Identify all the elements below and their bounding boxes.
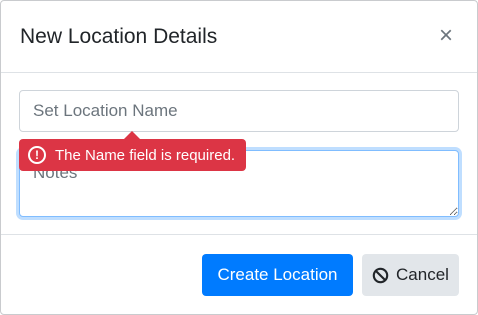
create-location-button[interactable]: Create Location <box>202 254 353 296</box>
close-icon[interactable]: × <box>435 24 457 49</box>
validation-tooltip-arrow <box>124 131 140 139</box>
location-name-input[interactable] <box>19 90 459 132</box>
validation-message: The Name field is required. <box>55 146 236 164</box>
exclamation-circle-icon: ! <box>28 146 46 164</box>
cancel-button[interactable]: Cancel <box>362 254 459 296</box>
modal-title: New Location Details <box>20 25 218 48</box>
cancel-label: Cancel <box>396 265 449 284</box>
new-location-dialog: New Location Details × ! The Name field … <box>0 0 478 315</box>
modal-header: New Location Details × <box>1 1 477 73</box>
ban-icon <box>372 267 389 283</box>
create-location-label: Create Location <box>217 265 338 284</box>
modal-footer: Create Location Cancel <box>1 234 477 314</box>
validation-tooltip: ! The Name field is required. <box>19 139 246 171</box>
